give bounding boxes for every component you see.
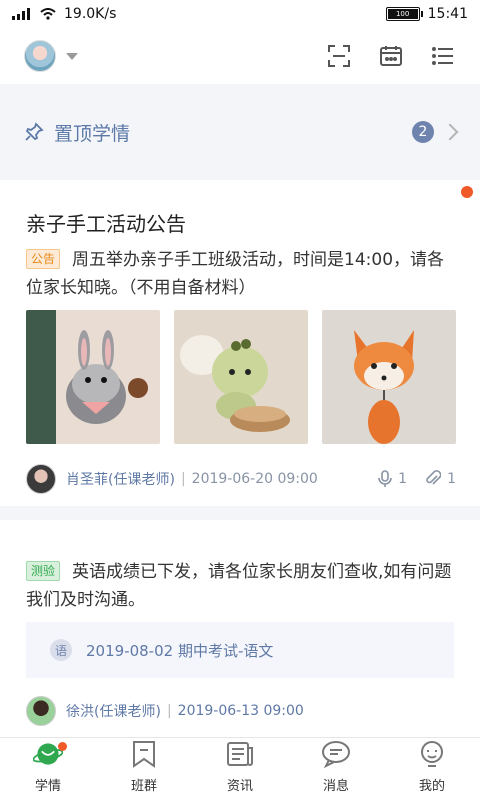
clock: 15:41 — [427, 6, 468, 22]
pinned-row[interactable]: 置顶学情 2 — [0, 100, 480, 164]
nav-label: 消息 — [322, 779, 349, 794]
photo-dino[interactable] — [174, 310, 308, 444]
attachment-count[interactable]: 1 — [425, 470, 456, 488]
notice-card[interactable]: 亲子手工活动公告 公告 周五举办亲子手工班级活动，时间是14:00，请各位家长知晓… — [0, 180, 480, 506]
nav-label: 我的 — [418, 779, 445, 794]
bookmark-icon — [129, 739, 159, 769]
meta-separator: | — [166, 703, 172, 719]
nav-label: 学情 — [34, 779, 61, 794]
nav-label: 资讯 — [226, 779, 253, 794]
notice-tag: 公告 — [26, 249, 61, 269]
quiz-datetime: 2019-06-13 09:00 — [177, 703, 304, 719]
quiz-reference-text: 2019-08-02 期中考试-语文 — [86, 641, 274, 660]
nav-label: 班群 — [130, 779, 157, 794]
quiz-content: 英语成绩已下发，请各位家长朋友们查收,如有问题我们及时沟通。 — [26, 562, 452, 610]
subject-badge: 语 — [50, 639, 72, 661]
notice-datetime: 2019-06-20 09:00 — [191, 471, 318, 487]
nav-unread-dot — [58, 742, 67, 751]
wifi-icon — [40, 8, 56, 20]
pin-icon — [25, 122, 44, 141]
user-avatar[interactable] — [24, 40, 56, 72]
battery-level: 100 — [395, 10, 410, 18]
quiz-meta: 徐洪(任课老师) | 2019-06-13 09:00 — [26, 696, 304, 726]
bottom-nav: 学情 班群 资讯 消息 我的 — [0, 737, 480, 800]
author-avatar[interactable] — [26, 696, 56, 726]
profile-icon — [417, 739, 447, 769]
nav-item-banqun[interactable]: 班群 — [96, 738, 192, 800]
photo-fox[interactable] — [322, 310, 456, 444]
news-icon — [225, 739, 255, 769]
calendar-icon[interactable] — [378, 43, 404, 69]
notice-content: 周五举办亲子手工班级活动，时间是14:00，请各位家长知晓。（不用自备材料） — [26, 250, 445, 298]
nav-item-xueqing[interactable]: 学情 — [0, 738, 96, 800]
voice-count[interactable]: 1 — [378, 470, 407, 488]
author-avatar[interactable] — [26, 464, 56, 494]
chevron-right-icon — [441, 123, 459, 141]
nav-item-wode[interactable]: 我的 — [384, 738, 480, 800]
nav-item-xiaoxi[interactable]: 消息 — [288, 738, 384, 800]
chat-icon — [321, 739, 351, 769]
nav-item-zixun[interactable]: 资讯 — [192, 738, 288, 800]
photo-grid — [26, 310, 456, 444]
menu-list-icon[interactable] — [430, 43, 456, 69]
unread-dot — [461, 186, 473, 198]
pinned-label: 置顶学情 — [54, 122, 131, 145]
attachment-count-value: 1 — [447, 471, 456, 487]
meta-separator: | — [180, 471, 186, 487]
battery-icon: 100 — [385, 7, 423, 21]
microphone-icon — [378, 470, 392, 487]
notice-content-block: 公告 周五举办亲子手工班级活动，时间是14:00，请各位家长知晓。（不用自备材料） — [26, 246, 456, 302]
notice-title: 亲子手工活动公告 — [26, 212, 186, 236]
notice-meta: 肖圣菲(任课老师) | 2019-06-20 09:00 1 1 — [26, 464, 456, 494]
signal-icon — [12, 8, 30, 20]
pinned-count-badge: 2 — [412, 121, 434, 143]
photo-bunny[interactable] — [26, 310, 160, 444]
quiz-tag: 测验 — [26, 561, 61, 581]
top-bar — [0, 28, 480, 84]
chevron-down-icon[interactable] — [66, 52, 78, 60]
network-speed: 19.0K/s — [64, 6, 117, 22]
notice-author[interactable]: 肖圣菲(任课老师) — [66, 469, 175, 489]
quiz-author[interactable]: 徐洪(任课老师) — [66, 701, 161, 721]
scan-icon[interactable] — [326, 43, 352, 69]
status-bar: 19.0K/s 100 15:41 — [0, 0, 480, 28]
quiz-card[interactable]: 测验 英语成绩已下发，请各位家长朋友们查收,如有问题我们及时沟通。 语 2019-… — [0, 520, 480, 738]
paperclip-icon — [426, 470, 442, 485]
quiz-reference[interactable]: 语 2019-08-02 期中考试-语文 — [26, 622, 454, 678]
quiz-content-block: 测验 英语成绩已下发，请各位家长朋友们查收,如有问题我们及时沟通。 — [26, 558, 456, 614]
voice-count-value: 1 — [398, 471, 408, 487]
